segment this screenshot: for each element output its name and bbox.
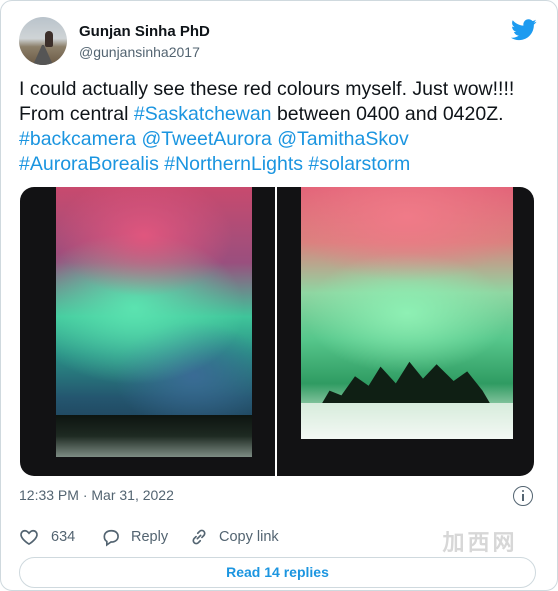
avatar-figure <box>45 31 53 47</box>
link-icon <box>192 529 206 545</box>
snow-field-right <box>301 403 513 439</box>
author-name[interactable]: Gunjan Sinha PhD <box>79 23 210 40</box>
tree-line-left <box>56 415 252 457</box>
mention-tweetaurora[interactable]: @TweetAurora <box>141 128 271 150</box>
tweet-line-3: #backcamera @TweetAurora @TamithaSkov <box>19 127 539 152</box>
reply-icon <box>103 529 119 547</box>
tweet-line-2-prefix: From central <box>19 103 134 125</box>
hashtag-backcamera[interactable]: #backcamera <box>19 128 136 150</box>
mention-tamithaskov[interactable]: @TamithaSkov <box>277 128 408 150</box>
tweet-line-2: From central #Saskatchewan between 0400 … <box>19 102 539 127</box>
like-count: 634 <box>51 529 76 545</box>
hashtag-saskatchewan[interactable]: #Saskatchewan <box>134 103 272 125</box>
reply-label: Reply <box>131 529 169 545</box>
tweet-line-2-suffix: between 0400 and 0420Z. <box>271 103 504 125</box>
aurora-phone-photo-left[interactable] <box>20 187 275 476</box>
twitter-bird-icon[interactable] <box>511 19 537 41</box>
aurora-phone-photo-right[interactable] <box>277 187 534 476</box>
author-avatar[interactable] <box>19 17 67 65</box>
copy-link-label: Copy link <box>219 529 279 545</box>
hashtag-solarstorm[interactable]: #solarstorm <box>308 153 410 175</box>
tweet-text: I could actually see these red colours m… <box>19 77 539 177</box>
author-handle[interactable]: @gunjansinha2017 <box>79 44 200 60</box>
tweet-card: Gunjan Sinha PhD @gunjansinha2017 I coul… <box>0 0 558 591</box>
tweet-timestamp[interactable]: 12:33 PM · Mar 31, 2022 <box>19 487 174 503</box>
hashtag-northern-lights[interactable]: #NorthernLights <box>164 153 303 175</box>
heart-icon <box>20 529 38 546</box>
aurora-screen-left <box>56 187 252 457</box>
watermark-cn: 加西网 <box>442 530 518 555</box>
read-replies-button[interactable]: Read 14 replies <box>19 557 536 588</box>
copy-link-button[interactable]: Copy link <box>189 525 289 549</box>
reply-button[interactable]: Reply <box>101 525 171 549</box>
avatar-road <box>33 45 53 65</box>
aurora-screen-right <box>301 187 513 439</box>
tweet-line-4: #AuroraBorealis #NorthernLights #solarst… <box>19 152 539 177</box>
hashtag-aurora-borealis[interactable]: #AuroraBorealis <box>19 153 159 175</box>
like-button[interactable]: 634 <box>19 525 79 549</box>
tweet-media <box>20 187 534 476</box>
tweet-line-1: I could actually see these red colours m… <box>19 78 515 100</box>
tree-line-right <box>321 361 491 405</box>
info-icon[interactable] <box>513 486 533 506</box>
